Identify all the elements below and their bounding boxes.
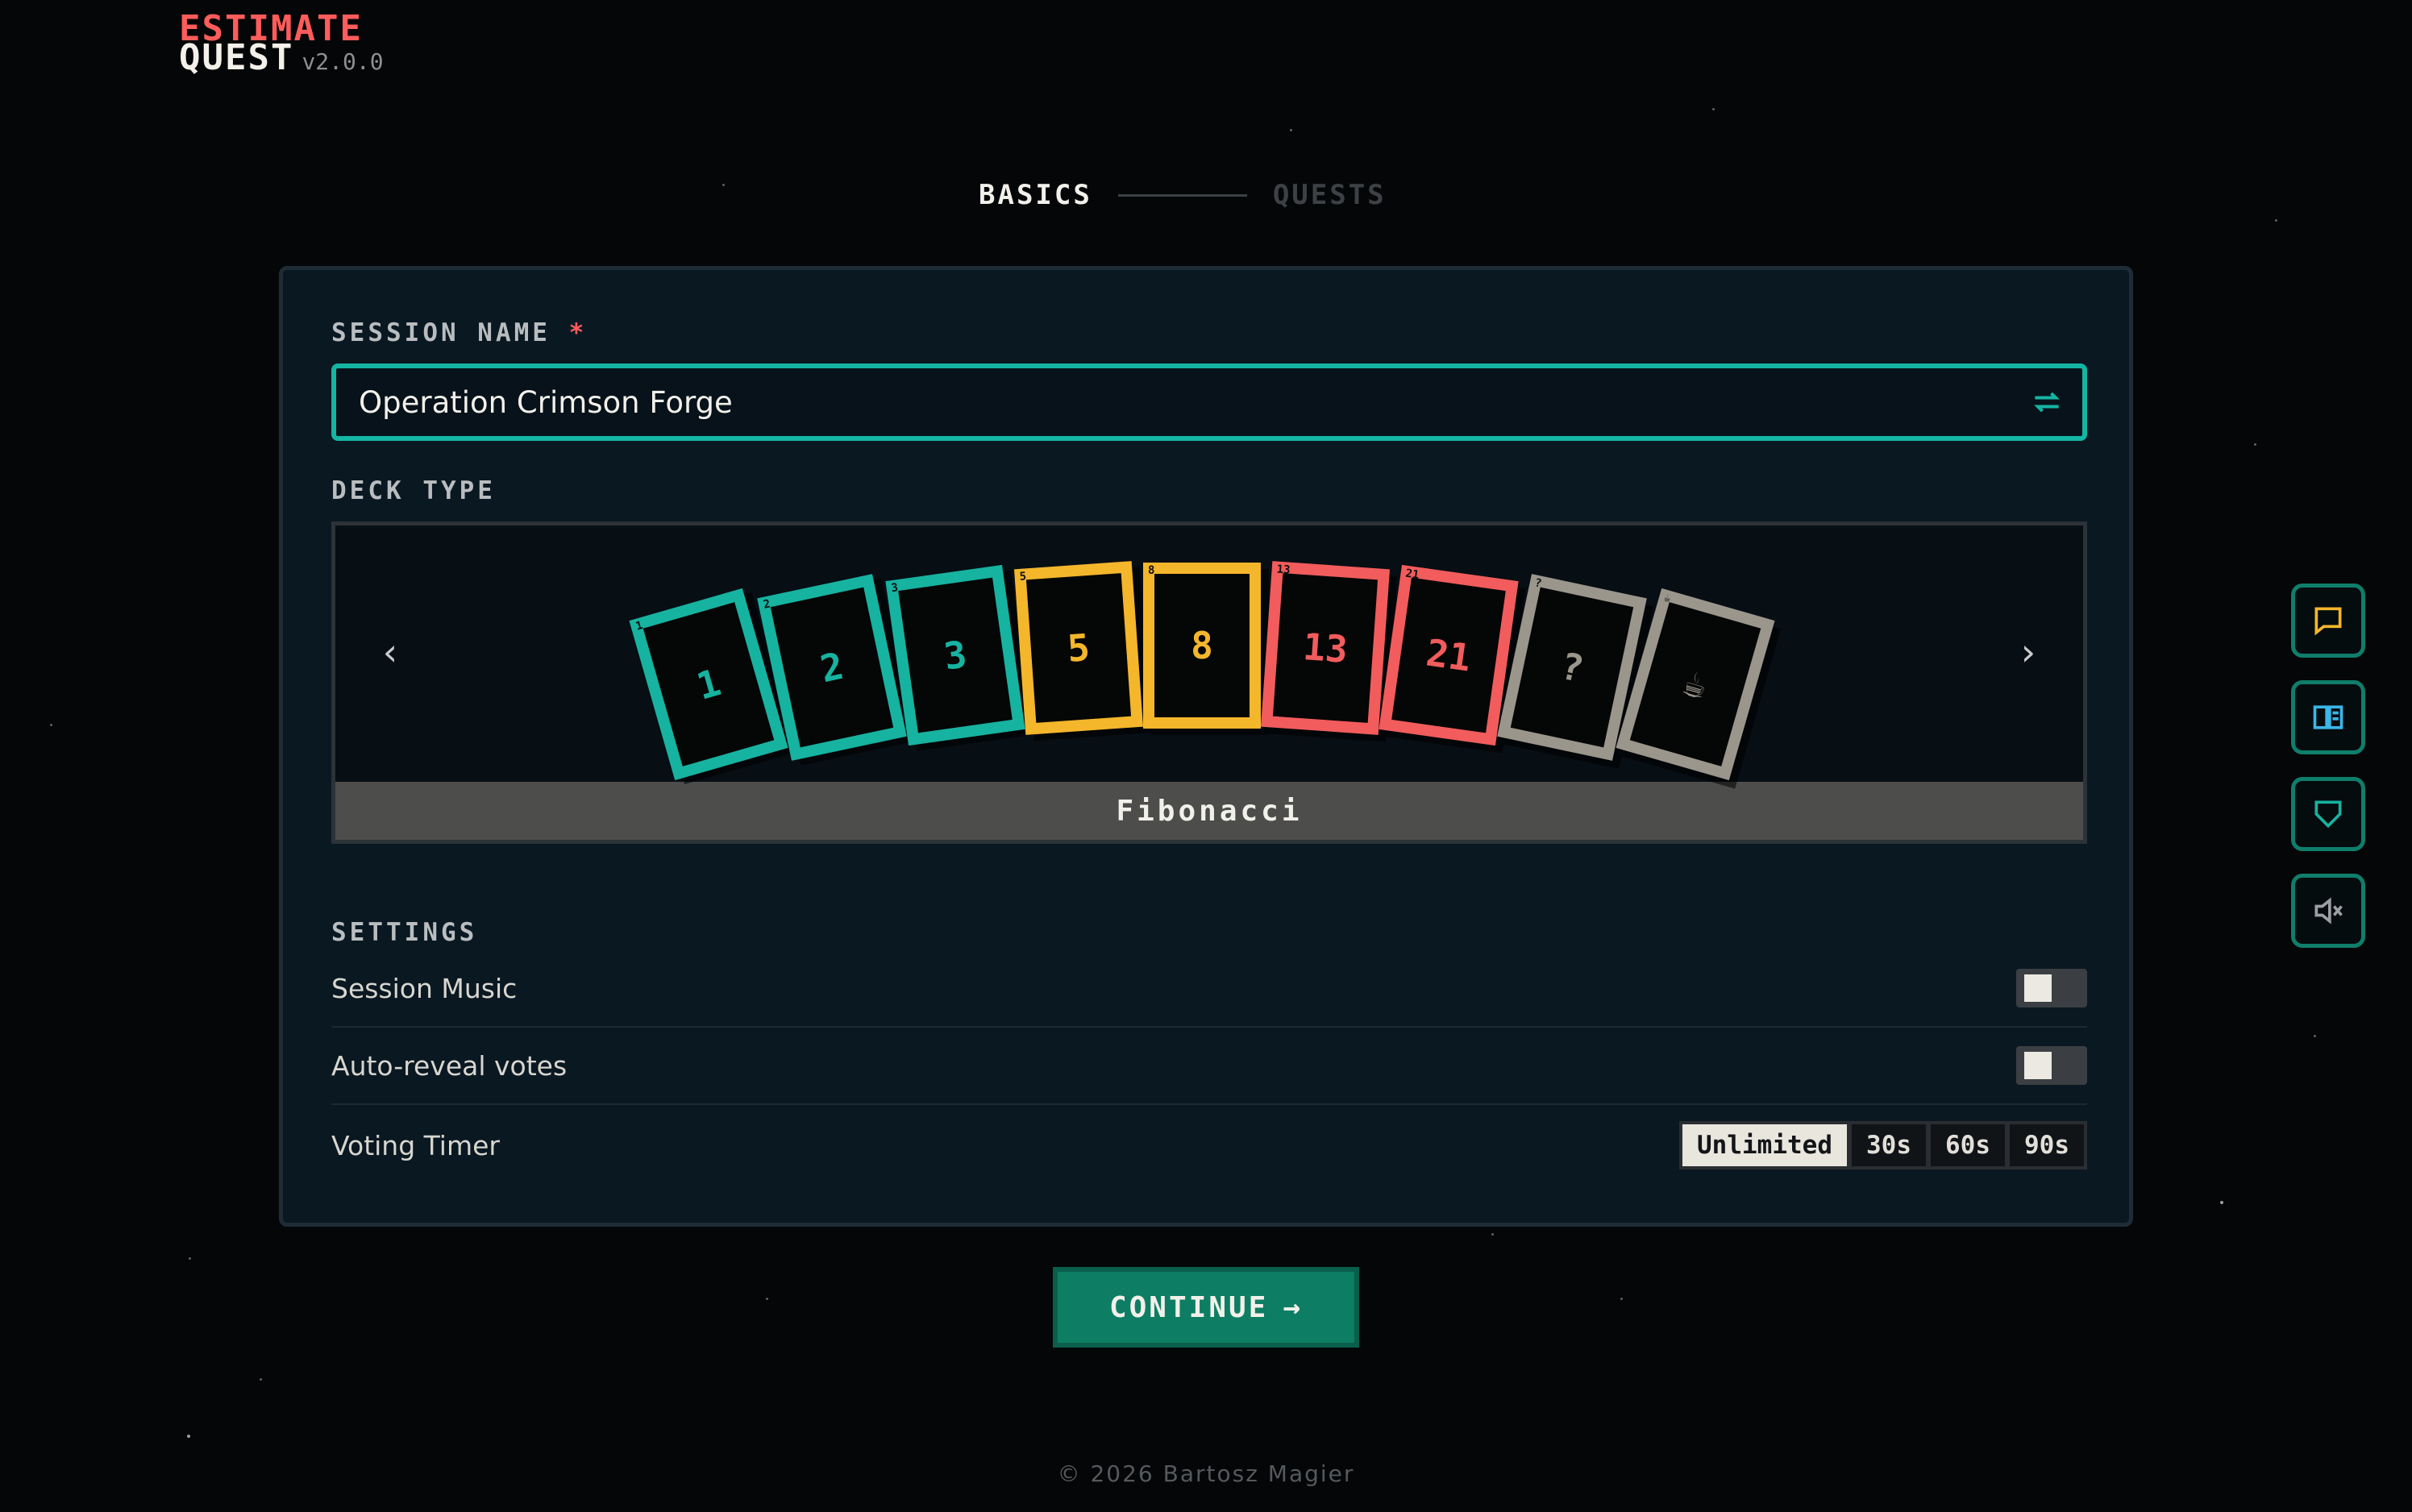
continue-label: CONTINUE: [1108, 1290, 1269, 1324]
setting-auto-reveal: Auto-reveal votes: [331, 1028, 2087, 1105]
setup-panel: SESSION NAME * DECK TYPE ‹ › 11223355881…: [279, 266, 2133, 1227]
card-corner-value: ?: [1533, 576, 1543, 591]
card-corner-value: 5: [1019, 570, 1027, 584]
card-value: ?: [1556, 643, 1588, 692]
setting-session-music: Session Music: [331, 950, 2087, 1028]
card-corner-value: 13: [1276, 563, 1291, 577]
card-value: 2: [816, 643, 848, 692]
settings-label: SETTINGS: [331, 918, 478, 947]
auto-reveal-toggle[interactable]: [2016, 1046, 2087, 1085]
mute-icon: [2314, 897, 2343, 924]
logo-line-2: QUEST: [179, 37, 294, 78]
card-corner-value: 21: [1404, 567, 1420, 582]
step-quests[interactable]: QUESTS: [1273, 179, 1387, 211]
privacy-button[interactable]: [2291, 777, 2365, 851]
deck-card: 21 21: [1379, 564, 1519, 746]
continue-button[interactable]: CONTINUE →: [1053, 1267, 1359, 1348]
session-name-input[interactable]: [359, 384, 1971, 420]
session-music-label: Session Music: [331, 972, 518, 1004]
toggle-knob: [2024, 1052, 2052, 1079]
card-corner-value: 1: [634, 619, 645, 633]
card-corner-value: 3: [890, 581, 900, 596]
setting-voting-timer: Voting Timer Unlimited 30s 60s 90s: [331, 1107, 2087, 1184]
card-corner-value: ☕: [1662, 591, 1673, 606]
timer-option-60s[interactable]: 60s: [1931, 1124, 2005, 1166]
deck-type-label: DECK TYPE: [331, 476, 496, 505]
session-name-label: SESSION NAME *: [331, 318, 588, 347]
session-music-toggle[interactable]: [2016, 969, 2087, 1007]
card-value: 1: [692, 660, 726, 708]
timer-option-30s[interactable]: 30s: [1852, 1124, 1926, 1166]
voting-timer-label: Voting Timer: [331, 1129, 500, 1161]
book-icon: [2313, 705, 2343, 729]
card-corner-value: 2: [762, 597, 772, 612]
card-value: 8: [1191, 624, 1213, 667]
card-value: ☕: [1678, 660, 1712, 708]
voting-timer-options: Unlimited 30s 60s 90s: [1679, 1121, 2087, 1169]
deck-card: 33: [885, 564, 1025, 746]
card-value: 21: [1423, 630, 1474, 680]
sound-button[interactable]: [2291, 874, 2365, 948]
deck-card: 55: [1013, 561, 1144, 735]
auto-reveal-label: Auto-reveal votes: [331, 1049, 568, 1082]
guide-button[interactable]: [2291, 680, 2365, 754]
session-name-field[interactable]: [331, 363, 2087, 441]
toggle-knob: [2024, 974, 2052, 1002]
chat-icon: [2314, 607, 2342, 636]
deck-cards: 1 1 2 2 3 3 5 5 8 8 13 13 21 21?? ☕ ☕: [335, 525, 2083, 783]
card-value: 3: [941, 632, 970, 679]
deck-card: 88: [1143, 563, 1261, 729]
deck-card: 13 13: [1260, 561, 1391, 735]
shield-icon: [2314, 800, 2342, 829]
deck-name: Fibonacci: [335, 782, 2083, 840]
card-value: 5: [1066, 625, 1092, 671]
step-connector: [1117, 193, 1247, 197]
step-basics[interactable]: BASICS: [979, 179, 1092, 211]
timer-option-90s[interactable]: 90s: [2010, 1124, 2084, 1166]
arrow-right-icon: →: [1283, 1290, 1304, 1324]
card-corner-value: 8: [1148, 564, 1155, 577]
shuffle-icon[interactable]: [2029, 384, 2065, 420]
deck-carousel: ‹ › 1 1 2 2 3 3 5 5 8 8 13 13 21 21?? ☕ ☕ Fibonacci: [331, 521, 2087, 844]
version-label: v2.0.0: [302, 48, 384, 75]
chat-button[interactable]: [2291, 584, 2365, 658]
wizard-stepper: BASICS QUESTS: [979, 179, 1387, 211]
timer-option-unlimited[interactable]: Unlimited: [1682, 1124, 1847, 1166]
card-value: 13: [1301, 625, 1349, 671]
required-mark: *: [568, 318, 588, 347]
app-logo: ESTIMATE QUEST v2.0.0: [179, 11, 384, 78]
footer-copyright: © 2026 Bartosz Magier: [1057, 1460, 1355, 1487]
